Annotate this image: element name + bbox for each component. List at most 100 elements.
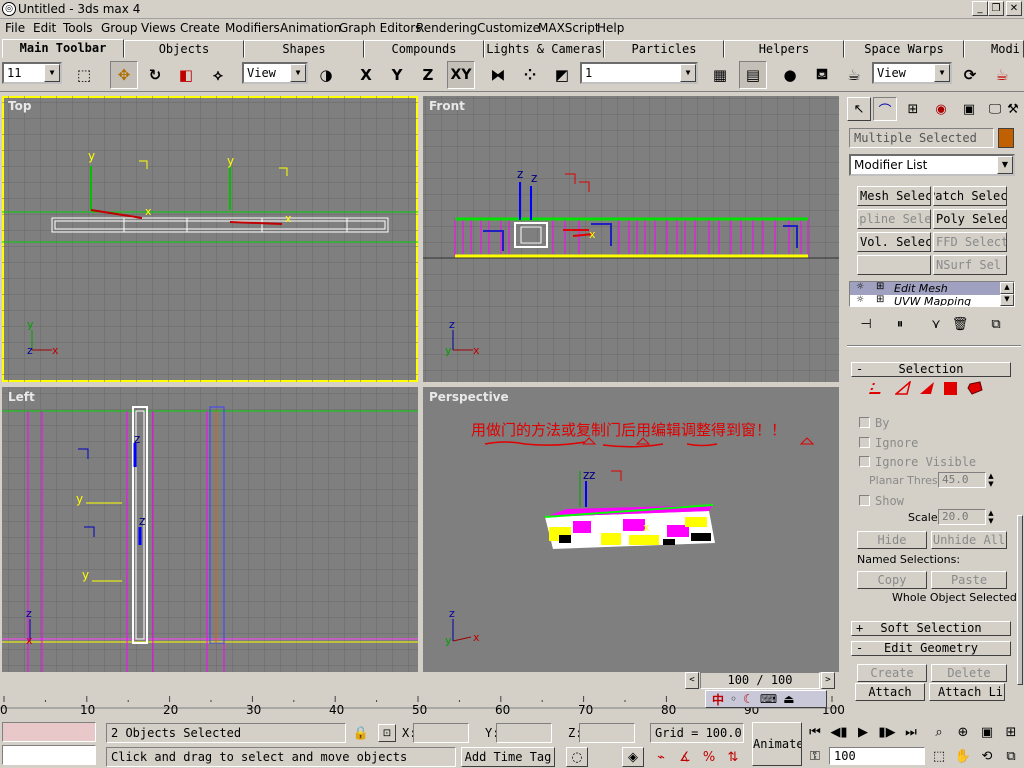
snap-3d-icon[interactable]: ⌁ (650, 747, 672, 767)
zoom-all-icon[interactable]: ⊕ (954, 723, 972, 741)
axis-z-button[interactable]: Z (414, 61, 442, 89)
close-icon[interactable]: ✕ (1006, 1, 1022, 16)
tab-helpers[interactable]: Helpers (724, 40, 844, 58)
object-color-swatch[interactable] (998, 128, 1014, 148)
edit-geometry-rollout-header[interactable]: - Edit Geometry (851, 641, 1011, 656)
tab-main-toolbar[interactable]: Main Toolbar (2, 39, 124, 58)
copy-button[interactable]: Copy (857, 571, 927, 589)
paste-button[interactable]: Paste (931, 571, 1007, 589)
menu-rendering[interactable]: Rendering (416, 21, 477, 35)
modifier-list-combo[interactable]: Modifier List ▼ (849, 154, 1015, 176)
current-frame-field[interactable]: 100 (829, 747, 925, 765)
active-shade-icon[interactable]: ☕ (988, 61, 1016, 89)
angle-snap-icon[interactable]: ∡ (674, 747, 696, 767)
scale-icon[interactable]: ◧ (172, 61, 200, 89)
time-slider-right-icon[interactable]: > (821, 672, 835, 689)
stack-item[interactable]: ☼ ⊞ Edit Mesh (850, 282, 1000, 295)
create-button[interactable]: Create (857, 664, 927, 682)
spinner-arrows-icon[interactable]: ▲ ▼ (986, 472, 996, 488)
vertex-mode-icon[interactable] (868, 383, 885, 394)
pin-stack-icon[interactable]: ⊣ (855, 315, 877, 333)
array-icon[interactable]: ⁘ (516, 61, 544, 89)
menu-modifiers[interactable]: Modifiers (225, 21, 280, 35)
modifier-stack[interactable]: ☼ ⊞ Edit Mesh ☼ ⊞ UVW Mapping ▲ ▼ (849, 281, 1015, 307)
region-zoom-icon[interactable]: ⬚ (930, 747, 948, 765)
hierarchy-panel-icon[interactable]: ⊞ (901, 97, 925, 121)
zoom-icon[interactable]: ⌕ (930, 723, 948, 741)
stack-item[interactable]: ☼ ⊞ UVW Mapping (850, 294, 1000, 306)
window-crossing-icon[interactable]: ◌ (566, 747, 588, 767)
next-frame-icon[interactable]: ▮▶ (878, 723, 896, 741)
layer-icon[interactable]: ▦ (706, 61, 734, 89)
quick-render-icon[interactable]: ☕ (840, 61, 868, 89)
menu-file[interactable]: File (5, 21, 25, 35)
element-mode-icon[interactable] (967, 381, 983, 395)
remove-modifier-icon[interactable]: 🗑 (949, 315, 971, 333)
spinner-snap-icon[interactable]: ⇅ (722, 747, 744, 767)
viewport-front[interactable]: z z x z y x Front (423, 96, 839, 382)
restore-icon[interactable]: ❐ (988, 1, 1004, 16)
axis-y-button[interactable]: Y (383, 61, 411, 89)
select-object-icon[interactable]: ⬚ (70, 61, 98, 89)
curve-editor-icon[interactable]: ▤ (739, 61, 767, 89)
maximize-viewport-icon[interactable]: ⧉ (1002, 747, 1020, 765)
minimize-icon[interactable]: _ (972, 1, 988, 16)
menu-customize[interactable]: Customize (477, 21, 540, 35)
app-icon[interactable]: ◎ (2, 2, 16, 16)
tab-space-warps[interactable]: Space Warps (844, 40, 964, 58)
viewport-top[interactable]: x x y y y z x Top (2, 96, 418, 382)
spinner-arrows-icon[interactable]: ▲ ▼ (986, 509, 996, 525)
menu-create[interactable]: Create (180, 21, 220, 35)
go-to-end-icon[interactable]: ⏭ (902, 723, 920, 741)
mirror-icon[interactable]: ⧓ (484, 61, 512, 89)
viewport-left[interactable]: z z y y z x Left (2, 387, 418, 672)
time-slider-left-icon[interactable]: < (685, 672, 699, 689)
previous-frame-icon[interactable]: ◀▮ (830, 723, 848, 741)
show-end-result-icon[interactable]: ⏸ (889, 315, 911, 333)
undo-combo[interactable]: 11 ▼ (2, 62, 62, 84)
reference-coordinate-combo[interactable]: View ▼ (242, 62, 308, 84)
align-icon[interactable]: ◩ (548, 61, 576, 89)
key-mode-icon[interactable]: ⚿ (806, 747, 824, 765)
play-icon[interactable]: ▶ (854, 723, 872, 741)
ffd-select-button[interactable]: FFD Select (933, 232, 1007, 252)
patch-select-button[interactable]: Patch Select (933, 186, 1007, 206)
menu-maxscript[interactable]: MAXScript (538, 21, 600, 35)
scale-spinner[interactable]: 20.0 (938, 509, 986, 525)
render-view-combo[interactable]: View ▼ (872, 62, 952, 84)
menu-group[interactable]: Group (101, 21, 138, 35)
menu-help[interactable]: Help (597, 21, 624, 35)
zoom-extents-all-icon[interactable]: ⊞ (1002, 723, 1020, 741)
object-name-field[interactable]: Multiple Selected (849, 128, 994, 148)
ignore-backfacing-checkbox[interactable] (859, 437, 870, 448)
render-last-icon[interactable]: ⟳ (956, 61, 984, 89)
move-icon[interactable]: ✥ (110, 61, 138, 89)
material-editor-icon[interactable]: ● (776, 61, 804, 89)
menu-graph-editors[interactable]: Graph Editors (339, 21, 421, 35)
planar-thresh-spinner[interactable]: 45.0 (938, 472, 986, 488)
animate-button[interactable]: Animate (752, 722, 802, 766)
viewport-label-left[interactable]: Left (8, 390, 35, 404)
pivot-center-icon[interactable]: ◑ (312, 61, 340, 89)
z-coordinate-field[interactable] (579, 723, 635, 743)
menu-views[interactable]: Views (141, 21, 176, 35)
show-normals-checkbox[interactable] (859, 495, 870, 506)
create-panel-icon[interactable]: ↖ (847, 97, 871, 121)
add-time-tag-button[interactable]: Add Time Tag (461, 747, 555, 767)
hide-button[interactable]: Hide (857, 531, 927, 549)
manipulate-icon[interactable]: ⟡ (204, 61, 232, 89)
tab-modifiers[interactable]: Modi (964, 40, 1024, 58)
tab-objects[interactable]: Objects (124, 40, 244, 58)
scroll-down-icon[interactable]: ▼ (1000, 294, 1014, 306)
maxscript-input[interactable] (2, 745, 96, 765)
polygon-mode-icon[interactable] (944, 382, 957, 395)
spline-select-button[interactable]: Spline Select (857, 209, 931, 229)
by-vertex-checkbox[interactable] (859, 417, 870, 428)
rotate-icon[interactable]: ↻ (141, 61, 169, 89)
viewport-label-perspective[interactable]: Perspective (429, 390, 509, 404)
time-slider[interactable]: 100 / 100 (700, 672, 820, 689)
viewport-perspective[interactable]: z z x z y x Perspective 用做门的方法或复制门后用编辑调整… (423, 387, 839, 672)
scroll-up-icon[interactable]: ▲ (1000, 282, 1014, 294)
axis-xy-button[interactable]: XY (447, 61, 475, 89)
ime-toolbar[interactable]: 中 ◦ ☾ ⌨ ⏏ (705, 690, 827, 708)
